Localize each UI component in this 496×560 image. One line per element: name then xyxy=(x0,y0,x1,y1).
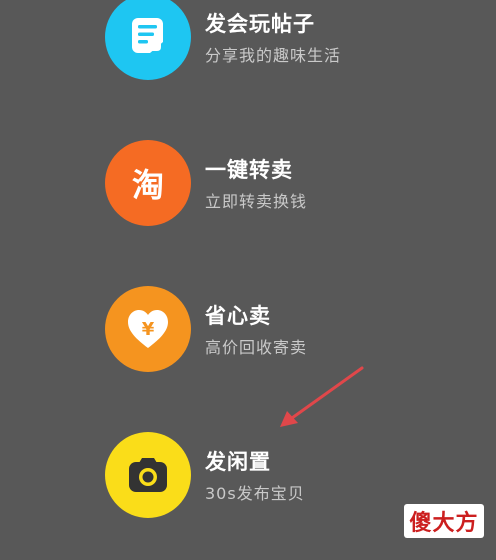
menu-item-title: 发会玩帖子 xyxy=(205,12,315,36)
watermark-logo: 傻大方 xyxy=(404,504,484,538)
menu-item-subtitle: 高价回收寄卖 xyxy=(205,338,308,357)
menu-item-subtitle: 分享我的趣味生活 xyxy=(205,46,342,65)
menu-item-subtitle: 30s发布宝贝 xyxy=(205,484,305,503)
taobao-icon-glyph: 淘 xyxy=(132,166,164,204)
menu-item-easy-sell[interactable]: ¥ 省心卖 高价回收寄卖 xyxy=(0,286,496,376)
idle-icon-circle xyxy=(105,432,191,518)
menu-item-post[interactable]: 发会玩帖子 分享我的趣味生活 xyxy=(0,0,496,84)
easy-sell-icon-circle: ¥ xyxy=(105,286,191,372)
resell-icon-circle: 淘 xyxy=(105,140,191,226)
note-post-icon xyxy=(132,18,163,53)
post-icon-circle xyxy=(105,0,191,80)
taobao-icon: 淘 xyxy=(132,166,164,204)
yuan-glyph: ¥ xyxy=(142,319,155,340)
menu-item-subtitle: 立即转卖换钱 xyxy=(205,192,308,211)
menu-item-resell[interactable]: 淘 一键转卖 立即转卖换钱 xyxy=(0,140,496,230)
heart-yuan-icon: ¥ xyxy=(128,310,168,348)
menu-item-title: 发闲置 xyxy=(205,450,271,474)
camera-icon xyxy=(129,458,167,492)
menu-item-title: 一键转卖 xyxy=(205,158,293,182)
menu-item-title: 省心卖 xyxy=(205,304,271,328)
